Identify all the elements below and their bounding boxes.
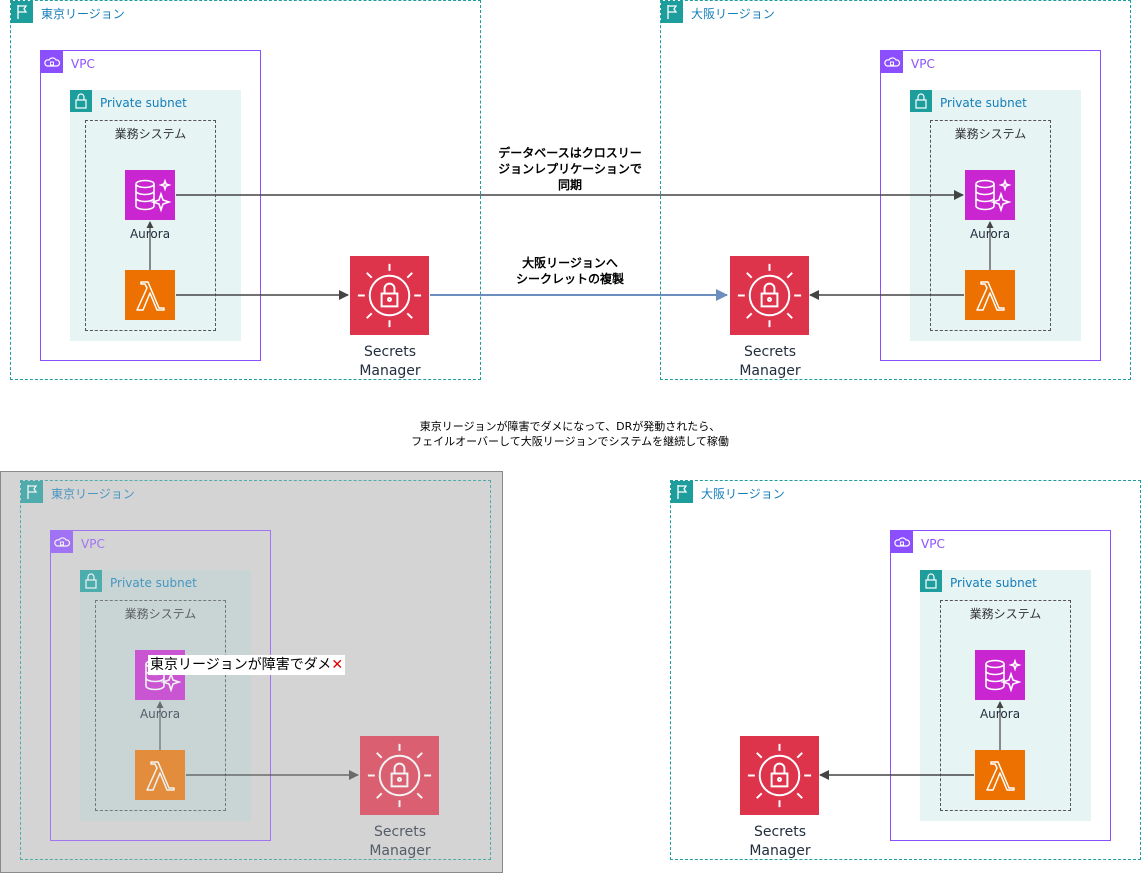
lambda-icon[interactable] — [125, 270, 175, 320]
secrets-manager-label: Secrets Manager — [725, 343, 815, 381]
secrets-manager-label: Secrets Manager — [355, 823, 445, 861]
aurora-database-icon[interactable] — [975, 650, 1025, 700]
lambda-icon[interactable] — [975, 750, 1025, 800]
secret-replication-note-line1: 大阪リージョンへ — [522, 256, 618, 270]
secrets-manager-label-line2: Manager — [359, 363, 421, 379]
secrets-manager-icon[interactable] — [360, 736, 439, 815]
secrets-manager-label-line1: Secrets — [743, 344, 797, 360]
secrets-manager-icon[interactable] — [350, 256, 429, 335]
aurora-database-icon[interactable] — [125, 170, 175, 220]
cross-mark-icon: ✕ — [331, 657, 344, 673]
dr-failover-note-line1: 東京リージョンが障害でダメになって、DRが発動されたら、 — [419, 420, 721, 433]
dr-failover-note-line2: フェイルオーバーして大阪リージョンでシステムを継続して稼働 — [411, 435, 729, 448]
secret-replication-note-line2: シークレットの複製 — [515, 272, 624, 286]
secrets-manager-label-line1: Secrets — [373, 824, 427, 840]
secrets-manager-label-line2: Manager — [369, 843, 431, 859]
secrets-manager-label-line1: Secrets — [363, 344, 417, 360]
aurora-label: Aurora — [979, 707, 1021, 721]
db-replication-note-line2: ジョンレプリケーションで — [498, 162, 642, 176]
tokyo-failure-text: 東京リージョンが障害でダメ — [150, 657, 332, 673]
aurora-database-icon[interactable] — [965, 170, 1015, 220]
lambda-icon[interactable] — [965, 270, 1015, 320]
db-replication-note-line1: データベースはクロスリー — [498, 146, 642, 160]
secrets-manager-label: Secrets Manager — [735, 823, 825, 861]
secrets-manager-label: Secrets Manager — [345, 343, 435, 381]
secret-replication-note: 大阪リージョンへ シークレットの複製 — [490, 255, 650, 287]
secrets-manager-label-line1: Secrets — [753, 824, 807, 840]
tokyo-failure-label: 東京リージョンが障害でダメ✕ — [148, 655, 346, 675]
aurora-label: Aurora — [129, 227, 171, 241]
db-replication-note: データベースはクロスリー ジョンレプリケーションで 同期 — [470, 145, 670, 193]
secrets-manager-icon[interactable] — [730, 256, 809, 335]
secrets-manager-icon[interactable] — [740, 736, 819, 815]
aurora-label: Aurora — [139, 707, 181, 721]
db-replication-note-line3: 同期 — [557, 178, 582, 192]
dr-failover-note: 東京リージョンが障害でダメになって、DRが発動されたら、 フェイルオーバーして大… — [370, 419, 770, 449]
secrets-manager-label-line2: Manager — [739, 363, 801, 379]
lambda-icon[interactable] — [135, 750, 185, 800]
aurora-label: Aurora — [969, 227, 1011, 241]
secrets-manager-label-line2: Manager — [749, 843, 811, 859]
